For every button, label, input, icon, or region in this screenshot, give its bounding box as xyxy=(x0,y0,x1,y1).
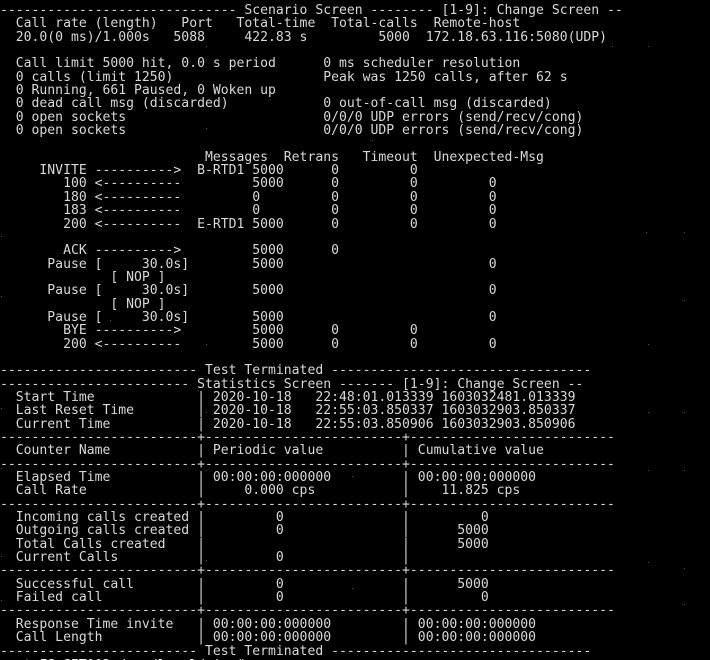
status-dead-call-msg: 0 dead call msg (discarded) 0 out-of-cal… xyxy=(0,96,552,112)
message-row-nop-1: [ NOP ] xyxy=(0,269,166,285)
status-open-sockets-2: 0 open sockets 0/0/0 UDP errors (send/re… xyxy=(0,123,584,139)
counter-row-successful-call: Successful call | 0 | 5000 xyxy=(0,576,489,592)
counter-row-call-rate: Call Rate | 0.000 cps | 11.825 cps xyxy=(0,483,521,499)
scenario-summary-values: 20.0(0 ms)/1.000s 5088 422.83 s 5000 172… xyxy=(0,29,607,45)
counter-row-incoming-calls-created: Incoming calls created | 0 | 0 xyxy=(0,510,489,526)
status-calls-limit: 0 calls (limit 1250) Peak was 1250 calls… xyxy=(0,69,568,85)
counter-row-total-calls-created: Total Calls created | | 5000 xyxy=(0,536,489,552)
test-terminated-banner-2: ------------------------- Test Terminate… xyxy=(0,643,592,659)
message-row-nop-2: [ NOP ] xyxy=(0,296,166,312)
message-row-invite: INVITE ----------> B-RTD1 5000 0 0 xyxy=(0,163,418,179)
status-call-limit: Call limit 5000 hit, 0.0 s period 0 ms s… xyxy=(0,56,521,72)
stat-row-start-time: Start Time | 2020-10-18 22:48:01.013339 … xyxy=(0,389,576,405)
terminal-screen: ------------------------------ Scenario … xyxy=(0,0,710,660)
terminal-window[interactable]: ------------------------------ Scenario … xyxy=(0,0,710,660)
counter-row-elapsed-time: Elapsed Time | 00:00:00:000000 | 00:00:0… xyxy=(0,470,537,486)
counter-table-header: Counter Name | Periodic value | Cumulati… xyxy=(0,443,544,459)
message-row-pause-3: Pause [ 30.0s] 5000 0 xyxy=(0,309,497,325)
scenario-screen-header: ------------------------------ Scenario … xyxy=(0,3,623,18)
counter-row-outgoing-calls-created: Outgoing calls created | 0 | 5000 xyxy=(0,523,489,539)
message-row-bye: BYE ----------> 5000 0 0 xyxy=(0,323,418,339)
message-row-200: 200 <---------- E-RTD1 5000 0 0 0 xyxy=(0,216,497,232)
counter-row-failed-call: Failed call | 0 | 0 xyxy=(0,590,489,606)
message-row-100: 100 <---------- 5000 0 0 0 xyxy=(0,176,497,192)
stat-row-last-reset-time: Last Reset Time | 2020-10-18 22:55:03.85… xyxy=(0,403,576,419)
stat-divider: -------------------------+--------------… xyxy=(0,430,615,445)
stat-divider: -------------------------+--------------… xyxy=(0,603,615,619)
message-row-pause-1: Pause [ 30.0s] 5000 0 xyxy=(0,256,497,272)
test-terminated-banner-1: ------------------------- Test Terminate… xyxy=(0,363,592,379)
statistics-screen-header: ------------------------ Statistics Scre… xyxy=(0,376,584,392)
message-row-183: 183 <---------- 0 0 0 0 xyxy=(0,203,497,219)
message-row-pause-2: Pause [ 30.0s] 5000 0 xyxy=(0,283,497,299)
message-table-header: Messages Retrans Timeout Unexpected-Msg xyxy=(0,149,544,165)
counter-row-call-length: Call Length | 00:00:00:000000 | 00:00:00… xyxy=(0,630,537,646)
message-row-200-final: 200 <---------- 5000 0 0 0 xyxy=(0,336,497,352)
status-running-paused: 0 Running, 661 Paused, 0 Woken up xyxy=(0,83,276,99)
message-row-ack: ACK ----------> 5000 0 xyxy=(0,243,339,259)
stat-row-current-time: Current Time | 2020-10-18 22:55:03.85090… xyxy=(0,416,576,432)
stat-divider: -------------------------+--------------… xyxy=(0,456,615,472)
status-open-sockets-1: 0 open sockets 0/0/0 UDP errors (send/re… xyxy=(0,109,584,125)
counter-row-response-time-invite: Response Time invite | 00:00:00:000000 |… xyxy=(0,616,537,632)
stat-divider: -------------------------+--------------… xyxy=(0,563,615,579)
message-row-180: 180 <---------- 0 0 0 0 xyxy=(0,189,497,205)
stat-divider: -------------------------+--------------… xyxy=(0,496,615,512)
counter-row-current-calls: Current Calls | 0 | xyxy=(0,550,410,566)
scenario-summary-headers: Call rate (length) Port Total-time Total… xyxy=(0,16,521,32)
